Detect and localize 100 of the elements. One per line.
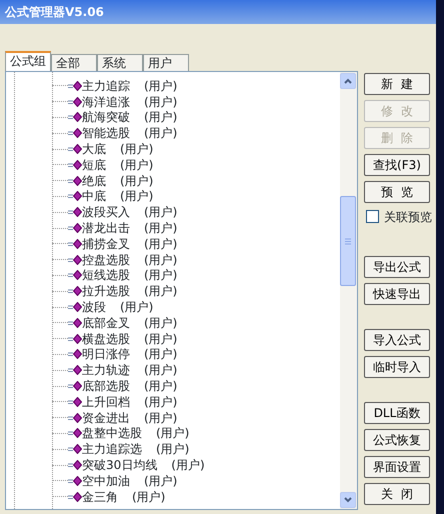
formula-name[interactable]: 盘整中选股 — [82, 426, 142, 440]
formula-name[interactable]: 潜龙出击 — [82, 221, 130, 236]
owner-label: (用户) — [156, 442, 190, 456]
owner-label: (用户) — [144, 363, 178, 378]
formula-icon — [68, 334, 82, 344]
formula-icon — [68, 112, 82, 122]
owner-label: (用户) — [144, 379, 178, 394]
tab[interactable]: 公式组 — [5, 51, 51, 71]
owner-label: (用户) — [144, 316, 178, 330]
formula-name[interactable]: 绝底 — [82, 174, 106, 188]
owner-label: (用户) — [144, 474, 178, 488]
scroll-up-icon[interactable] — [340, 73, 356, 89]
owner-label: (用户) — [132, 490, 166, 504]
owner-label: (用户) — [120, 174, 154, 188]
formula-name[interactable]: 控盘选股 — [82, 252, 130, 267]
owner-label: (用户) — [120, 189, 154, 204]
action-button[interactable]: 关 闭 — [364, 482, 430, 505]
formula-name[interactable]: 捕捞金叉 — [82, 236, 130, 251]
formula-icon — [68, 160, 82, 170]
formula-name[interactable]: 短线选股 — [82, 268, 130, 282]
owner-label: (用户) — [171, 458, 205, 472]
checkbox-label[interactable]: 关联预览 — [384, 208, 432, 226]
formula-icon — [68, 396, 82, 407]
formula-name[interactable]: 主力轨迹 — [82, 363, 130, 378]
formula-name[interactable]: 突破30日均线 — [82, 458, 158, 472]
action-button[interactable]: 公式恢复 — [364, 428, 430, 451]
owner-label: (用户) — [156, 426, 190, 440]
formula-name[interactable]: 拉升选股 — [82, 284, 130, 298]
owner-label: (用户) — [144, 252, 178, 267]
formula-icon — [68, 207, 82, 218]
owner-label: (用户) — [144, 110, 178, 124]
owner-label: (用户) — [144, 284, 178, 298]
tab[interactable]: 用户 — [143, 54, 189, 71]
owner-label: (用户) — [144, 205, 178, 220]
action-button[interactable]: DLL函数 — [364, 402, 430, 424]
formula-icon — [68, 238, 82, 249]
formula-icon — [68, 318, 82, 328]
formula-icon — [68, 412, 82, 423]
formula-name[interactable]: 波段买入 — [82, 205, 130, 220]
owner-label: (用户) — [144, 78, 178, 93]
formula-icon — [68, 428, 82, 438]
formula-name[interactable]: 主力追踪选 — [82, 442, 142, 456]
action-button[interactable]: 导出公式 — [364, 256, 430, 278]
action-button[interactable]: 导入公式 — [364, 328, 430, 351]
formula-icon — [68, 302, 82, 312]
owner-label: (用户) — [120, 142, 154, 156]
owner-label: (用户) — [144, 410, 178, 425]
tab[interactable]: 系统 — [97, 54, 143, 71]
formula-icon — [68, 381, 82, 392]
formula-icon — [68, 223, 82, 234]
formula-name[interactable]: 海洋追涨 — [82, 94, 130, 109]
owner-label: (用户) — [144, 94, 178, 109]
formula-name[interactable]: 明日涨停 — [82, 347, 130, 362]
formula-icon — [68, 144, 82, 154]
owner-label: (用户) — [144, 236, 178, 251]
action-button[interactable]: 预 览 — [364, 180, 430, 203]
formula-icon — [68, 254, 82, 265]
formula-name[interactable]: 智能选股 — [82, 126, 130, 140]
formula-name[interactable]: 大底 — [82, 142, 106, 156]
formula-icon — [68, 176, 82, 186]
formula-icon — [68, 349, 82, 360]
owner-label: (用户) — [144, 268, 178, 282]
formula-icon — [68, 444, 82, 454]
window-title: 公式管理器V5.06 — [5, 4, 104, 21]
formula-icon — [68, 128, 82, 138]
formula-icon — [68, 80, 82, 91]
formula-name[interactable]: 底部金叉 — [82, 316, 130, 330]
formula-icon — [68, 96, 82, 107]
formula-name[interactable]: 波段 — [82, 300, 106, 314]
formula-name[interactable]: 金三角 — [82, 490, 118, 504]
formula-name[interactable]: 资金进出 — [82, 410, 130, 425]
action-button[interactable]: 临时导入 — [364, 356, 430, 378]
action-button[interactable]: 界面设置 — [364, 456, 430, 478]
formula-icon — [68, 286, 82, 296]
formula-icon — [68, 191, 82, 202]
owner-label: (用户) — [144, 221, 178, 236]
tab[interactable]: 全部 — [51, 54, 97, 71]
formula-name[interactable]: 短底 — [82, 158, 106, 172]
scroll-down-icon[interactable] — [340, 492, 356, 508]
formula-name[interactable]: 空中加油 — [82, 474, 130, 488]
owner-label: (用户) — [144, 126, 178, 140]
owner-label: (用户) — [144, 347, 178, 362]
owner-label: (用户) — [120, 158, 154, 172]
scroll-thumb[interactable] — [340, 196, 356, 286]
scrollbar[interactable] — [340, 72, 357, 509]
formula-name[interactable]: 主力追踪 — [82, 78, 130, 93]
owner-label: (用户) — [144, 394, 178, 409]
preview-checkbox[interactable] — [366, 210, 379, 224]
formula-name[interactable]: 横盘选股 — [82, 332, 130, 346]
formula-name[interactable]: 航海突破 — [82, 110, 130, 124]
owner-label: (用户) — [144, 332, 178, 346]
formula-name[interactable]: 中底 — [82, 189, 106, 204]
action-button[interactable]: 新 建 — [364, 73, 430, 95]
formula-name[interactable]: 底部选股 — [82, 379, 130, 394]
formula-name[interactable]: 上升回档 — [82, 394, 130, 409]
action-button[interactable]: 查找(F3) — [364, 154, 430, 176]
formula-icon — [68, 270, 82, 280]
owner-label: (用户) — [120, 300, 154, 314]
formula-icon — [68, 460, 82, 470]
action-button[interactable]: 快速导出 — [364, 282, 430, 305]
